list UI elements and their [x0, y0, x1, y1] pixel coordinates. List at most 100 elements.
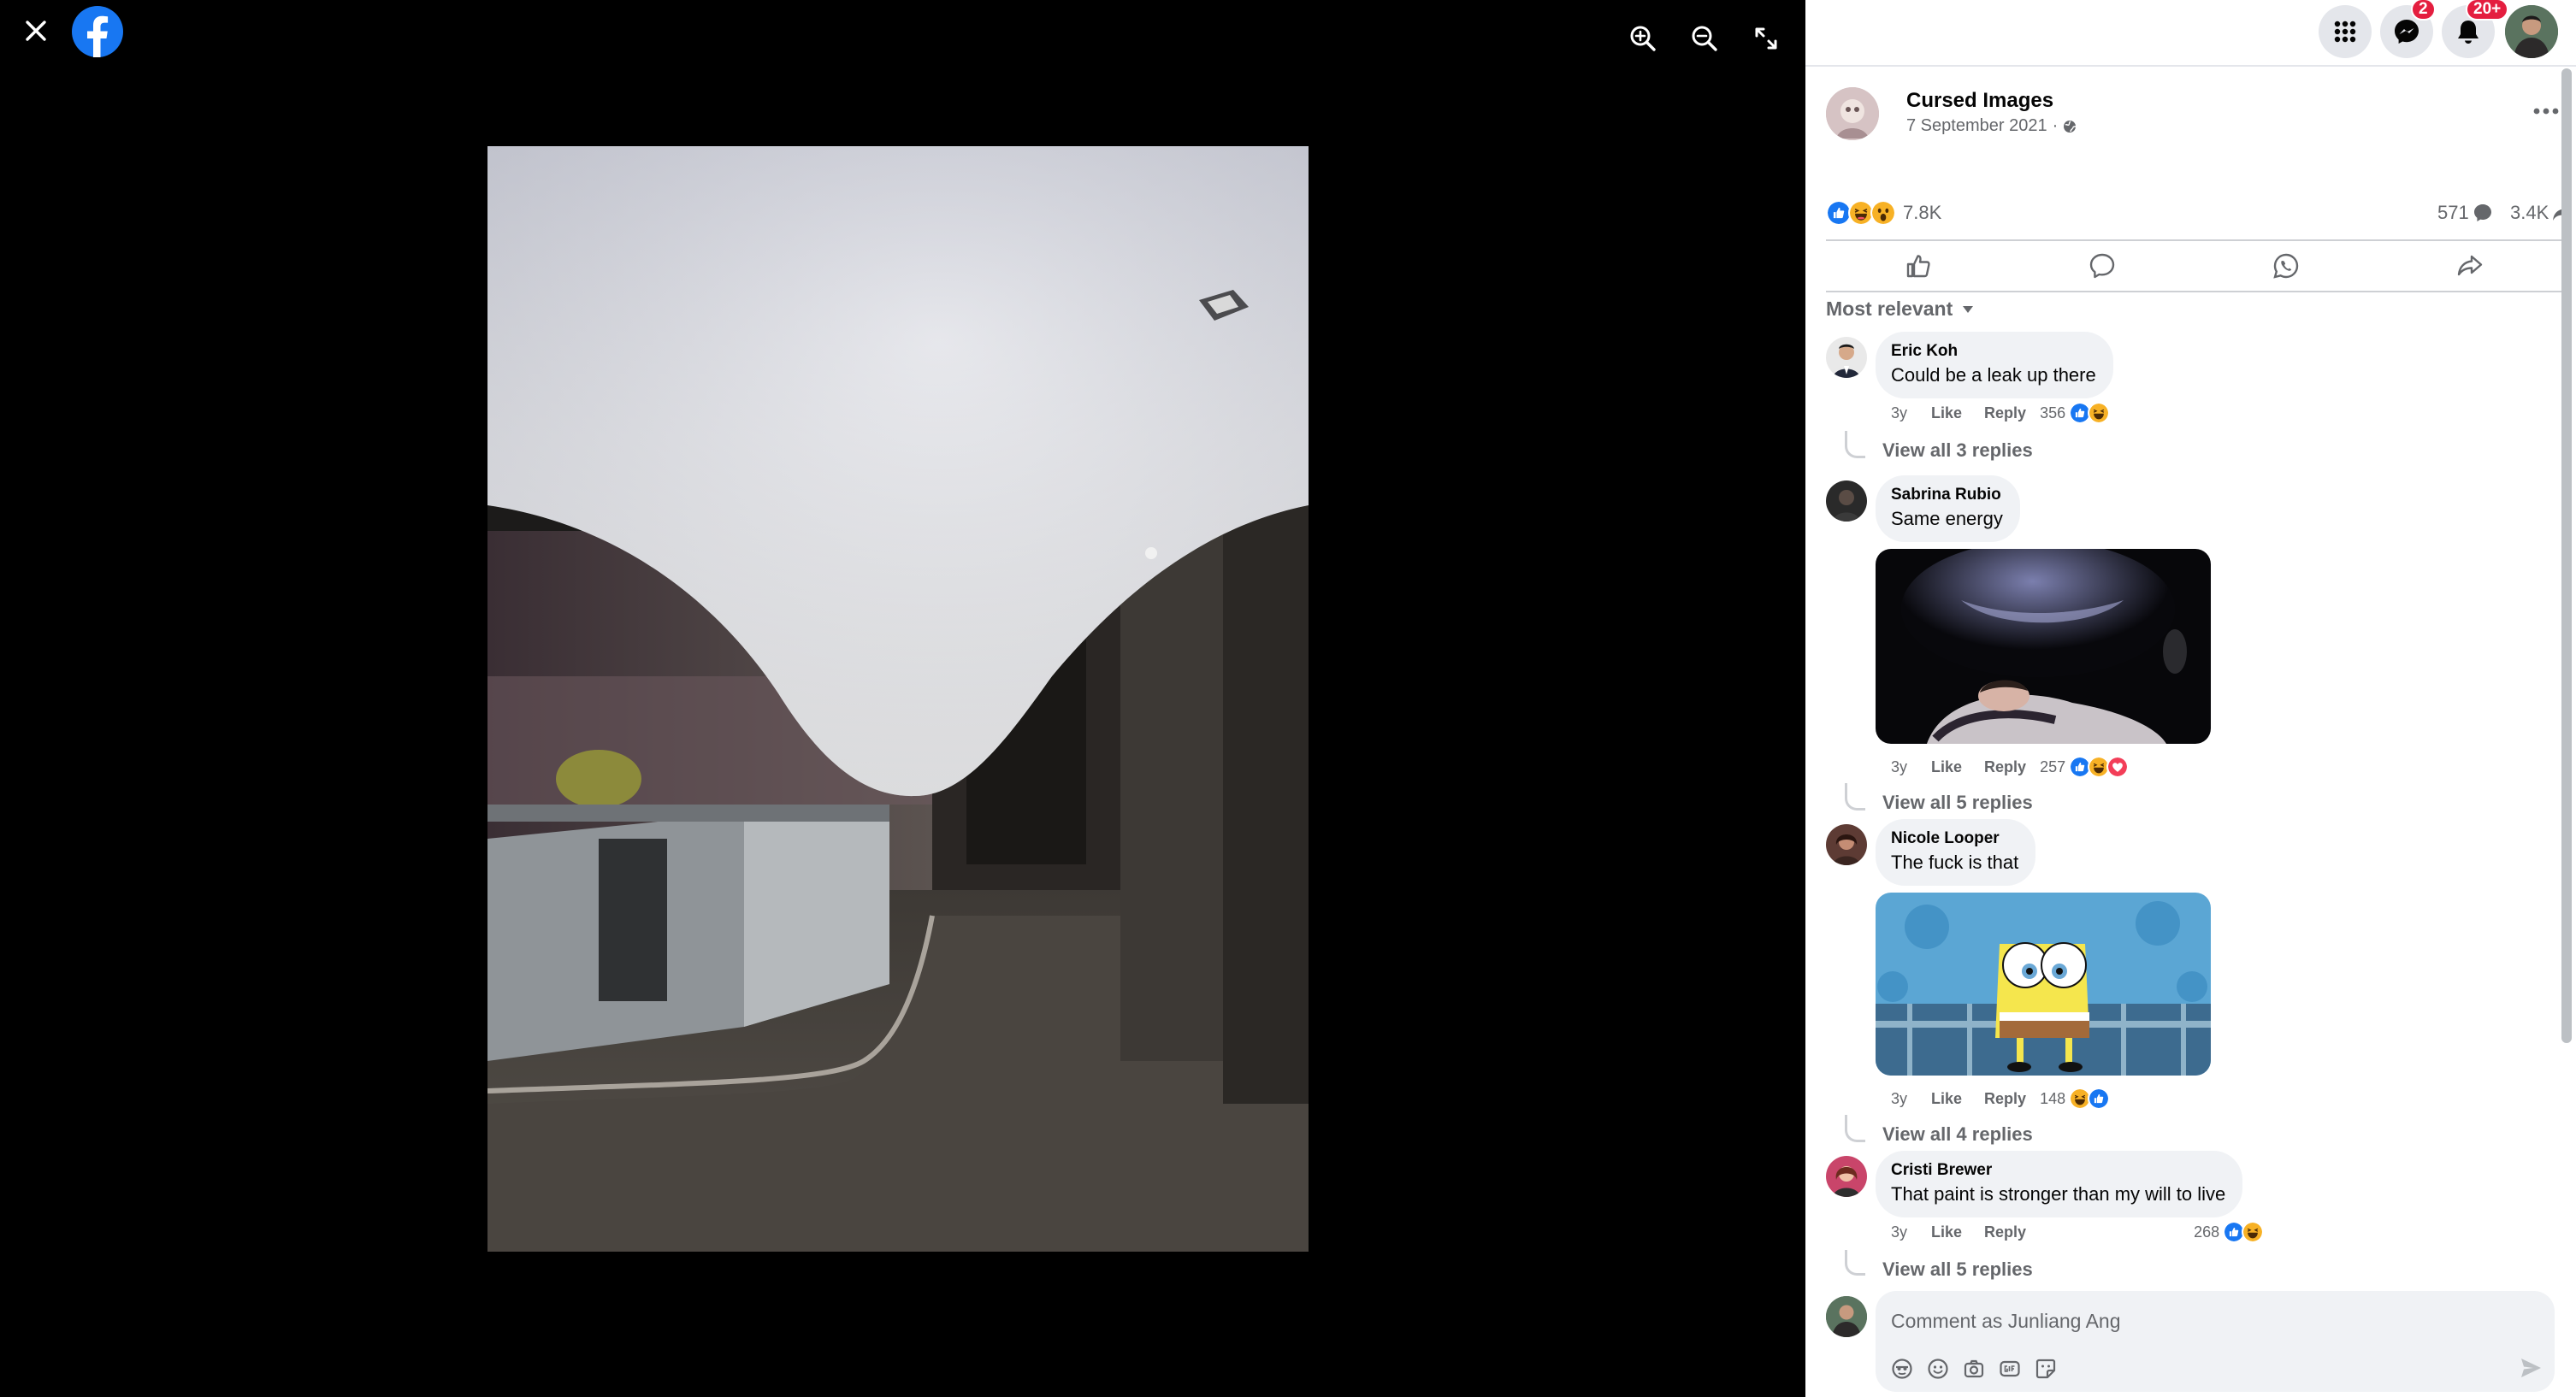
- comment-reactions[interactable]: 356: [2040, 402, 2111, 424]
- haha-reaction-icon: [2242, 1221, 2265, 1243]
- comment-meta: 3y Like Reply 148: [1891, 1088, 2111, 1110]
- commenter-avatar[interactable]: [1826, 824, 1867, 865]
- commenter-avatar[interactable]: [1826, 337, 1867, 378]
- avatar-sticker-icon[interactable]: [1889, 1356, 1915, 1382]
- comment-sort-dropdown[interactable]: Most relevant: [1826, 298, 1975, 321]
- comment-reply-button[interactable]: Reply: [1984, 1223, 2026, 1241]
- comment-time[interactable]: 3y: [1891, 404, 1907, 422]
- reply-connector: [1845, 431, 1865, 458]
- reply-connector: [1845, 783, 1865, 810]
- comment-like-button[interactable]: Like: [1931, 404, 1962, 422]
- share-count-text: 3.4K: [2510, 202, 2549, 223]
- like-reaction-icon: [2088, 1088, 2111, 1110]
- post-date[interactable]: 7 September 2021 ·: [1906, 116, 2077, 136]
- comment-author[interactable]: Cristi Brewer: [1891, 1161, 2225, 1180]
- send-icon[interactable]: [2515, 1353, 2546, 1383]
- comment-composer: [1826, 1291, 2561, 1397]
- facebook-logo[interactable]: [72, 6, 123, 57]
- comment-meta: 3y Like Reply 356: [1891, 402, 2111, 424]
- wow-reaction-icon: [1870, 200, 1896, 226]
- view-replies-link[interactable]: View all 4 replies: [1882, 1123, 2033, 1146]
- comment-time[interactable]: 3y: [1891, 1090, 1907, 1108]
- comment-meta: 3y Like Reply 268: [1891, 1221, 2265, 1243]
- commenter-avatar[interactable]: [1826, 1156, 1867, 1197]
- comment-author[interactable]: Eric Koh: [1891, 342, 2096, 361]
- comment-image[interactable]: [1876, 549, 2211, 744]
- comment-author[interactable]: Nicole Looper: [1891, 829, 2018, 848]
- page-name[interactable]: Cursed Images: [1906, 89, 2053, 113]
- comment-bubble: Cristi Brewer That paint is stronger tha…: [1876, 1151, 2243, 1217]
- composer-tools: [1889, 1356, 2059, 1382]
- messenger-button[interactable]: 2: [2380, 0, 2436, 58]
- sticker-icon[interactable]: [2033, 1356, 2059, 1382]
- comment-text: The fuck is that: [1891, 852, 2019, 873]
- post-date-text: 7 September 2021: [1906, 116, 2047, 135]
- comment-time[interactable]: 3y: [1891, 758, 1907, 776]
- post-header: Cursed Images 7 September 2021 ·: [1826, 85, 2561, 145]
- sort-label: Most relevant: [1826, 298, 1953, 320]
- reply-connector: [1845, 1115, 1865, 1142]
- comment-reaction-count: 148: [2040, 1089, 2066, 1107]
- comment-reactions[interactable]: 268: [2194, 1221, 2265, 1243]
- grid-menu-icon[interactable]: [2319, 5, 2372, 58]
- haha-reaction-icon: [2088, 402, 2111, 424]
- fullscreen-icon[interactable]: [1748, 21, 1784, 56]
- comment-time[interactable]: 3y: [1891, 1223, 1907, 1241]
- zoom-out-icon[interactable]: [1687, 21, 1722, 56]
- comment-like-button[interactable]: Like: [1931, 758, 1962, 776]
- view-replies-link[interactable]: View all 5 replies: [1882, 1258, 2033, 1281]
- emoji-icon[interactable]: [1925, 1356, 1951, 1382]
- bell-icon: [2458, 21, 2479, 44]
- reaction-count[interactable]: 7.8K: [1903, 202, 1941, 224]
- panel-scrollbar[interactable]: [2561, 68, 2572, 1043]
- comment-reply-button[interactable]: Reply: [1984, 1090, 2026, 1108]
- comment-reactions[interactable]: 257: [2040, 756, 2130, 778]
- share-button[interactable]: [2378, 241, 2561, 291]
- commenter-avatar[interactable]: [1826, 480, 1867, 522]
- page-avatar[interactable]: [1826, 87, 1879, 140]
- comment-reactions[interactable]: 148: [2040, 1088, 2111, 1110]
- post-actions: [1826, 239, 2561, 292]
- comment-input[interactable]: [1891, 1306, 2524, 1335]
- whatsapp-button[interactable]: [2194, 241, 2378, 291]
- comment-image[interactable]: [1876, 893, 2211, 1076]
- comment-like-button[interactable]: Like: [1931, 1223, 1962, 1241]
- comment-count-text: 571: [2437, 202, 2469, 223]
- view-replies-link[interactable]: View all 5 replies: [1882, 792, 2033, 814]
- gif-icon[interactable]: [1997, 1356, 2023, 1382]
- top-bar: 2 20+: [1805, 0, 2576, 67]
- zoom-in-icon[interactable]: [1625, 21, 1661, 56]
- camera-icon[interactable]: [1961, 1356, 1987, 1382]
- notifications-button[interactable]: 20+: [2442, 0, 2509, 58]
- comment-text: Could be a leak up there: [1891, 364, 2096, 386]
- view-replies-link[interactable]: View all 3 replies: [1882, 439, 2033, 462]
- composer-box: [1876, 1291, 2555, 1392]
- reaction-icons[interactable]: [1826, 200, 1896, 226]
- comment-reply-button[interactable]: Reply: [1984, 404, 2026, 422]
- comment-button[interactable]: [2010, 241, 2194, 291]
- like-button[interactable]: [1826, 241, 2010, 291]
- account-avatar[interactable]: [2505, 5, 2558, 58]
- comment-bubble: Eric Koh Could be a leak up there: [1876, 332, 2113, 398]
- close-icon[interactable]: [19, 14, 53, 48]
- more-options-icon[interactable]: [2527, 94, 2565, 128]
- comment-author[interactable]: Sabrina Rubio: [1891, 486, 2003, 504]
- composer-avatar[interactable]: [1826, 1296, 1867, 1337]
- comment-like-button[interactable]: Like: [1931, 1090, 1962, 1108]
- messenger-icon: [2395, 20, 2419, 44]
- comment-reply-button[interactable]: Reply: [1984, 758, 2026, 776]
- date-separator: ·: [2052, 116, 2059, 135]
- globe-icon: [2064, 120, 2077, 133]
- comment-bubble-icon: [2473, 204, 2491, 221]
- post-stats: 7.8K 571 3.4K: [1826, 197, 2573, 231]
- love-reaction-icon: [2106, 756, 2130, 778]
- reply-connector: [1845, 1250, 1865, 1276]
- post-photo[interactable]: [487, 146, 1309, 1252]
- comment-text: That paint is stronger than my will to l…: [1891, 1183, 2226, 1205]
- notifications-badge: 20+: [2466, 0, 2509, 21]
- comment-bubble: Nicole Looper The fuck is that: [1876, 819, 2036, 886]
- comment-count[interactable]: 571: [2437, 202, 2493, 224]
- comment-icon: [2089, 253, 2114, 279]
- whatsapp-icon: [2272, 253, 2298, 279]
- share-icon: [2457, 255, 2482, 276]
